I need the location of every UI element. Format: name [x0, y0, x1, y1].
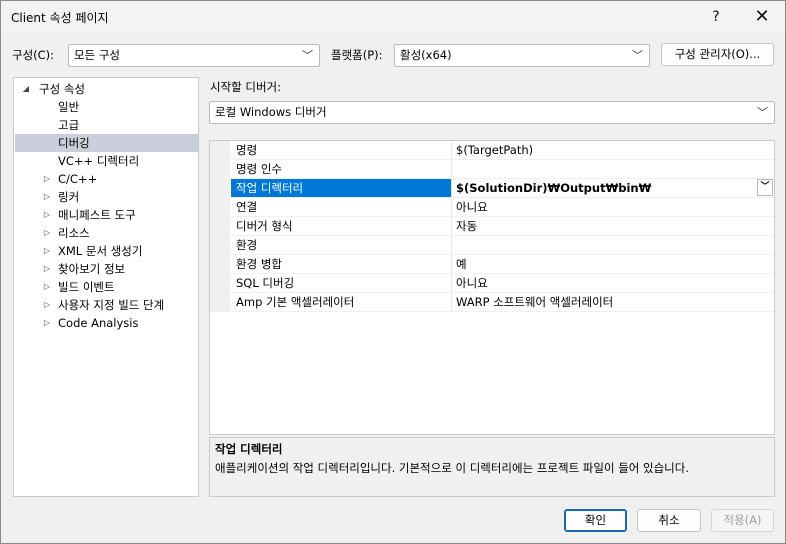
- property-row[interactable]: 환경 병합 예: [210, 255, 774, 274]
- property-value[interactable]: WARP 소프트웨어 액셀러레이터: [453, 293, 774, 311]
- tree-item[interactable]: ▷ XML 문서 생성기: [15, 242, 198, 260]
- tree-item-label: 구성 속성: [39, 82, 85, 96]
- property-value[interactable]: 아니요: [453, 198, 774, 216]
- tree-item[interactable]: ◢ 구성 속성: [15, 80, 198, 98]
- chevron-down-icon: ﹀: [757, 106, 768, 119]
- expand-arrow-icon[interactable]: ▷: [42, 188, 52, 206]
- close-button[interactable]: ✕: [741, 1, 783, 32]
- configuration-value: 모든 구성: [74, 48, 120, 62]
- tree-item-label: C/C++: [58, 172, 98, 186]
- tree-item-label: 빌드 이벤트: [58, 280, 115, 294]
- property-name: 명령: [231, 141, 452, 159]
- tree-item[interactable]: ▷ Code Analysis: [15, 314, 198, 332]
- property-row[interactable]: 디버거 형식 자동: [210, 217, 774, 236]
- property-value-text: $(TargetPath): [456, 143, 534, 157]
- property-value-text: 아니요: [456, 276, 488, 290]
- cancel-button[interactable]: 취소: [637, 509, 701, 532]
- description-title: 작업 디렉터리: [215, 442, 283, 456]
- property-value[interactable]: [453, 160, 774, 178]
- tree-item[interactable]: ▷ 찾아보기 정보: [15, 260, 198, 278]
- expand-arrow-icon[interactable]: ▷: [42, 260, 52, 278]
- tree-item[interactable]: 디버깅: [15, 134, 198, 152]
- property-row[interactable]: 명령 $(TargetPath): [210, 141, 774, 160]
- property-value-text: WARP 소프트웨어 액셀러레이터: [456, 295, 614, 309]
- expand-arrow-icon[interactable]: ▷: [42, 296, 52, 314]
- configuration-dropdown[interactable]: 모든 구성 ﹀: [68, 44, 320, 67]
- expand-arrow-icon[interactable]: ▷: [42, 224, 52, 242]
- apply-button[interactable]: 적용(A): [711, 509, 774, 532]
- property-value[interactable]: 자동: [453, 217, 774, 235]
- expand-arrow-icon[interactable]: ▷: [42, 314, 52, 332]
- tree-item-label: 찾아보기 정보: [58, 262, 126, 276]
- property-row[interactable]: 연결 아니요: [210, 198, 774, 217]
- property-name: SQL 디버깅: [231, 274, 452, 292]
- platform-dropdown[interactable]: 활성(x64) ﹀: [394, 44, 650, 67]
- property-value[interactable]: 예: [453, 255, 774, 273]
- tree-item-label: 고급: [58, 118, 80, 132]
- property-grid: 명령 $(TargetPath) 명령 인수 작업 디렉터리 $(SolutionDir…: [209, 140, 775, 435]
- property-row[interactable]: 명령 인수: [210, 160, 774, 179]
- tree-item[interactable]: ▷ C/C++: [15, 170, 198, 188]
- chevron-down-icon: ﹀: [632, 49, 643, 62]
- category-tree: ◢ 구성 속성일반고급디버깅 VC++ 디렉터리 ▷ C/C++ ▷ 링커 ▷ 매니페스트 도구…: [13, 77, 199, 497]
- expand-arrow-icon[interactable]: ▷: [42, 278, 52, 296]
- property-row[interactable]: 환경: [210, 236, 774, 255]
- tree-item[interactable]: 일반: [15, 98, 198, 116]
- property-name: 연결: [231, 198, 452, 216]
- tree-item-label: 리소스: [58, 226, 90, 240]
- tree-item-label: 디버깅: [58, 136, 90, 150]
- description-text: 애플리케이션의 작업 디렉터리입니다. 기본적으로 이 디렉터리에는 프로젝트 …: [215, 461, 689, 475]
- tree-item[interactable]: ▷ 링커: [15, 188, 198, 206]
- tree-item[interactable]: VC++ 디렉터리: [15, 152, 198, 170]
- property-value[interactable]: $(TargetPath): [453, 141, 774, 159]
- debugger-dropdown[interactable]: 로컬 Windows 디버거 ﹀: [209, 101, 775, 124]
- expand-arrow-icon[interactable]: ▷: [42, 206, 52, 224]
- debugger-label: 시작할 디버거:: [210, 80, 282, 94]
- ok-button[interactable]: 확인: [564, 509, 627, 532]
- platform-value: 활성(x64): [400, 48, 452, 62]
- window-title: Client 속성 페이지: [11, 11, 109, 25]
- property-row[interactable]: 작업 디렉터리 $(SolutionDir)₩Output₩bin₩ ﹀: [210, 179, 774, 198]
- property-name: 작업 디렉터리: [231, 179, 452, 197]
- property-value[interactable]: $(SolutionDir)₩Output₩bin₩ ﹀: [453, 179, 774, 197]
- title-bar: Client 속성 페이지 ? ✕: [1, 1, 785, 32]
- property-value-text: 아니요: [456, 200, 488, 214]
- platform-label: 플랫폼(P):: [331, 48, 383, 62]
- tree-item-label: 매니페스트 도구: [58, 208, 136, 222]
- property-value-text: $(SolutionDir)₩Output₩bin₩: [456, 181, 652, 195]
- tree-item[interactable]: 고급: [15, 116, 198, 134]
- property-value-text: 예: [456, 257, 467, 271]
- property-row[interactable]: Amp 기본 액셀러레이터 WARP 소프트웨어 액셀러레이터: [210, 293, 774, 312]
- property-name: Amp 기본 액셀러레이터: [231, 293, 452, 311]
- property-name: 환경: [231, 236, 452, 254]
- expanded-arrow-icon[interactable]: ◢: [21, 80, 31, 98]
- property-value[interactable]: [453, 236, 774, 254]
- configuration-label: 구성(C):: [12, 48, 55, 62]
- property-row[interactable]: SQL 디버깅 아니요: [210, 274, 774, 293]
- expand-arrow-icon[interactable]: ▷: [42, 170, 52, 188]
- help-button[interactable]: ?: [695, 1, 737, 32]
- property-name: 환경 병합: [231, 255, 452, 273]
- tree-item[interactable]: ▷ 빌드 이벤트: [15, 278, 198, 296]
- tree-item-label: 일반: [58, 100, 80, 114]
- tree-item-label: Code Analysis: [58, 316, 139, 330]
- property-name: 디버거 형식: [231, 217, 452, 235]
- tree-item[interactable]: ▷ 리소스: [15, 224, 198, 242]
- tree-item[interactable]: ▷ 매니페스트 도구: [15, 206, 198, 224]
- property-value[interactable]: 아니요: [453, 274, 774, 292]
- tree-item-label: 링커: [58, 190, 80, 204]
- tree-item-label: XML 문서 생성기: [58, 244, 143, 258]
- debugger-value: 로컬 Windows 디버거: [215, 105, 327, 119]
- tree-item-label: VC++ 디렉터리: [58, 154, 140, 168]
- property-name: 명령 인수: [231, 160, 452, 178]
- tree-item-label: 사용자 지정 빌드 단계: [58, 298, 165, 312]
- chevron-down-icon[interactable]: ﹀: [757, 179, 773, 196]
- tree-item[interactable]: ▷ 사용자 지정 빌드 단계: [15, 296, 198, 314]
- property-value-text: 자동: [456, 219, 478, 233]
- expand-arrow-icon[interactable]: ▷: [42, 242, 52, 260]
- description-panel: 작업 디렉터리 애플리케이션의 작업 디렉터리입니다. 기본적으로 이 디렉터리…: [209, 437, 775, 497]
- property-pages-window: Client 속성 페이지 ? ✕ 구성(C): 모든 구성 ﹀ 플랫폼(P):…: [0, 0, 786, 544]
- configuration-manager-button[interactable]: 구성 관리자(O)...: [661, 43, 774, 66]
- chevron-down-icon: ﹀: [302, 49, 313, 62]
